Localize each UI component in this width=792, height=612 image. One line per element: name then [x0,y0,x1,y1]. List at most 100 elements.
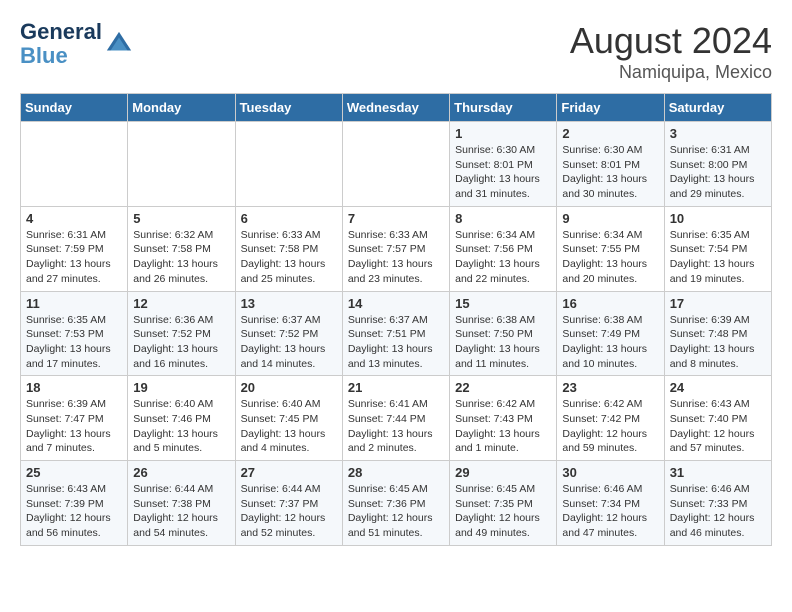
day-info: Sunrise: 6:31 AM Sunset: 8:00 PM Dayligh… [670,143,766,202]
calendar-cell: 19Sunrise: 6:40 AM Sunset: 7:46 PM Dayli… [128,376,235,461]
day-info: Sunrise: 6:35 AM Sunset: 7:54 PM Dayligh… [670,228,766,287]
day-info: Sunrise: 6:40 AM Sunset: 7:46 PM Dayligh… [133,397,229,456]
calendar-cell: 14 Sunrise: 6:37 AM Sunset: 7:51 PM Dayli… [342,291,449,376]
calendar-cell: 7 Sunrise: 6:33 AM Sunset: 7:57 PM Daylig… [342,206,449,291]
day-info: Sunrise: 6:44 AM Sunset: 7:38 PM Dayligh… [133,482,229,541]
day-info: Sunrise: 6:44 AM Sunset: 7:37 PM Dayligh… [241,482,337,541]
subtitle: Namiquipa, Mexico [570,62,772,83]
calendar-cell: 10 Sunrise: 6:35 AM Sunset: 7:54 PM Dayli… [664,206,771,291]
day-number: 27 [241,465,337,480]
day-info: Sunrise: 6:38 AM Sunset: 7:50 PM Dayligh… [455,313,551,372]
page-header: GeneralBlue August 2024 Namiquipa, Mexic… [20,20,772,83]
main-title: August 2024 [570,20,772,62]
day-number: 14 [348,296,444,311]
weekday-header-tuesday: Tuesday [235,94,342,122]
day-info: Sunrise: 6:32 AM Sunset: 7:58 PM Dayligh… [133,228,229,287]
calendar-cell: 3 Sunrise: 6:31 AM Sunset: 8:00 PM Daylig… [664,122,771,207]
day-info: Sunrise: 6:45 AM Sunset: 7:35 PM Dayligh… [455,482,551,541]
day-number: 26 [133,465,229,480]
calendar-cell: 1Sunrise: 6:30 AM Sunset: 8:01 PM Daylig… [450,122,557,207]
calendar-cell: 22 Sunrise: 6:42 AM Sunset: 7:43 PM Dayli… [450,376,557,461]
day-info: Sunrise: 6:40 AM Sunset: 7:45 PM Dayligh… [241,397,337,456]
day-number: 25 [26,465,122,480]
calendar-cell: 11 Sunrise: 6:35 AM Sunset: 7:53 PM Dayli… [21,291,128,376]
day-number: 20 [241,380,337,395]
calendar-cell: 23 Sunrise: 6:42 AM Sunset: 7:42 PM Dayli… [557,376,664,461]
day-info: Sunrise: 6:36 AM Sunset: 7:52 PM Dayligh… [133,313,229,372]
calendar-cell: 15 Sunrise: 6:38 AM Sunset: 7:50 PM Dayli… [450,291,557,376]
weekday-header-sunday: Sunday [21,94,128,122]
calendar-cell: 2 Sunrise: 6:30 AM Sunset: 8:01 PM Daylig… [557,122,664,207]
calendar-cell: 16Sunrise: 6:38 AM Sunset: 7:49 PM Dayli… [557,291,664,376]
day-number: 28 [348,465,444,480]
day-number: 2 [562,126,658,141]
calendar-cell: 8 Sunrise: 6:34 AM Sunset: 7:56 PM Daylig… [450,206,557,291]
calendar-cell: 21 Sunrise: 6:41 AM Sunset: 7:44 PM Dayli… [342,376,449,461]
day-info: Sunrise: 6:34 AM Sunset: 7:56 PM Dayligh… [455,228,551,287]
day-number: 11 [26,296,122,311]
calendar-cell: 17 Sunrise: 6:39 AM Sunset: 7:48 PM Dayli… [664,291,771,376]
day-number: 12 [133,296,229,311]
day-info: Sunrise: 6:39 AM Sunset: 7:48 PM Dayligh… [670,313,766,372]
day-number: 4 [26,211,122,226]
calendar-cell [342,122,449,207]
day-info: Sunrise: 6:39 AM Sunset: 7:47 PM Dayligh… [26,397,122,456]
calendar-cell: 4 Sunrise: 6:31 AM Sunset: 7:59 PM Daylig… [21,206,128,291]
day-info: Sunrise: 6:37 AM Sunset: 7:51 PM Dayligh… [348,313,444,372]
calendar-cell: 18 Sunrise: 6:39 AM Sunset: 7:47 PM Dayli… [21,376,128,461]
day-info: Sunrise: 6:30 AM Sunset: 8:01 PM Dayligh… [562,143,658,202]
day-info: Sunrise: 6:41 AM Sunset: 7:44 PM Dayligh… [348,397,444,456]
day-info: Sunrise: 6:34 AM Sunset: 7:55 PM Dayligh… [562,228,658,287]
title-block: August 2024 Namiquipa, Mexico [570,20,772,83]
day-number: 29 [455,465,551,480]
calendar-table: SundayMondayTuesdayWednesdayThursdayFrid… [20,93,772,546]
day-info: Sunrise: 6:33 AM Sunset: 7:58 PM Dayligh… [241,228,337,287]
day-info: Sunrise: 6:43 AM Sunset: 7:39 PM Dayligh… [26,482,122,541]
calendar-cell [21,122,128,207]
weekday-header-friday: Friday [557,94,664,122]
day-info: Sunrise: 6:46 AM Sunset: 7:33 PM Dayligh… [670,482,766,541]
day-info: Sunrise: 6:30 AM Sunset: 8:01 PM Dayligh… [455,143,551,202]
logo-icon [105,30,133,58]
day-number: 17 [670,296,766,311]
day-info: Sunrise: 6:45 AM Sunset: 7:36 PM Dayligh… [348,482,444,541]
day-number: 7 [348,211,444,226]
calendar-cell: 5 Sunrise: 6:32 AM Sunset: 7:58 PM Daylig… [128,206,235,291]
logo-text: GeneralBlue [20,20,102,68]
day-info: Sunrise: 6:43 AM Sunset: 7:40 PM Dayligh… [670,397,766,456]
day-info: Sunrise: 6:33 AM Sunset: 7:57 PM Dayligh… [348,228,444,287]
calendar-cell [235,122,342,207]
calendar-cell: 24Sunrise: 6:43 AM Sunset: 7:40 PM Dayli… [664,376,771,461]
day-number: 18 [26,380,122,395]
day-number: 6 [241,211,337,226]
weekday-header-saturday: Saturday [664,94,771,122]
calendar-cell: 31Sunrise: 6:46 AM Sunset: 7:33 PM Dayli… [664,461,771,546]
day-info: Sunrise: 6:42 AM Sunset: 7:43 PM Dayligh… [455,397,551,456]
calendar-cell: 6 Sunrise: 6:33 AM Sunset: 7:58 PM Daylig… [235,206,342,291]
day-number: 9 [562,211,658,226]
day-number: 3 [670,126,766,141]
day-number: 10 [670,211,766,226]
day-number: 15 [455,296,551,311]
day-info: Sunrise: 6:31 AM Sunset: 7:59 PM Dayligh… [26,228,122,287]
day-info: Sunrise: 6:35 AM Sunset: 7:53 PM Dayligh… [26,313,122,372]
day-number: 13 [241,296,337,311]
day-number: 23 [562,380,658,395]
day-number: 21 [348,380,444,395]
calendar-cell: 26 Sunrise: 6:44 AM Sunset: 7:38 PM Dayli… [128,461,235,546]
day-info: Sunrise: 6:38 AM Sunset: 7:49 PM Dayligh… [562,313,658,372]
day-number: 5 [133,211,229,226]
weekday-header-thursday: Thursday [450,94,557,122]
day-number: 8 [455,211,551,226]
calendar-cell: 9 Sunrise: 6:34 AM Sunset: 7:55 PM Daylig… [557,206,664,291]
calendar-cell: 20 Sunrise: 6:40 AM Sunset: 7:45 PM Dayli… [235,376,342,461]
calendar-cell: 29 Sunrise: 6:45 AM Sunset: 7:35 PM Dayli… [450,461,557,546]
day-info: Sunrise: 6:42 AM Sunset: 7:42 PM Dayligh… [562,397,658,456]
calendar-cell: 27 Sunrise: 6:44 AM Sunset: 7:37 PM Dayli… [235,461,342,546]
calendar-cell [128,122,235,207]
day-number: 22 [455,380,551,395]
calendar-cell: 28 Sunrise: 6:45 AM Sunset: 7:36 PM Dayli… [342,461,449,546]
day-info: Sunrise: 6:46 AM Sunset: 7:34 PM Dayligh… [562,482,658,541]
calendar-cell: 13Sunrise: 6:37 AM Sunset: 7:52 PM Dayli… [235,291,342,376]
day-number: 30 [562,465,658,480]
